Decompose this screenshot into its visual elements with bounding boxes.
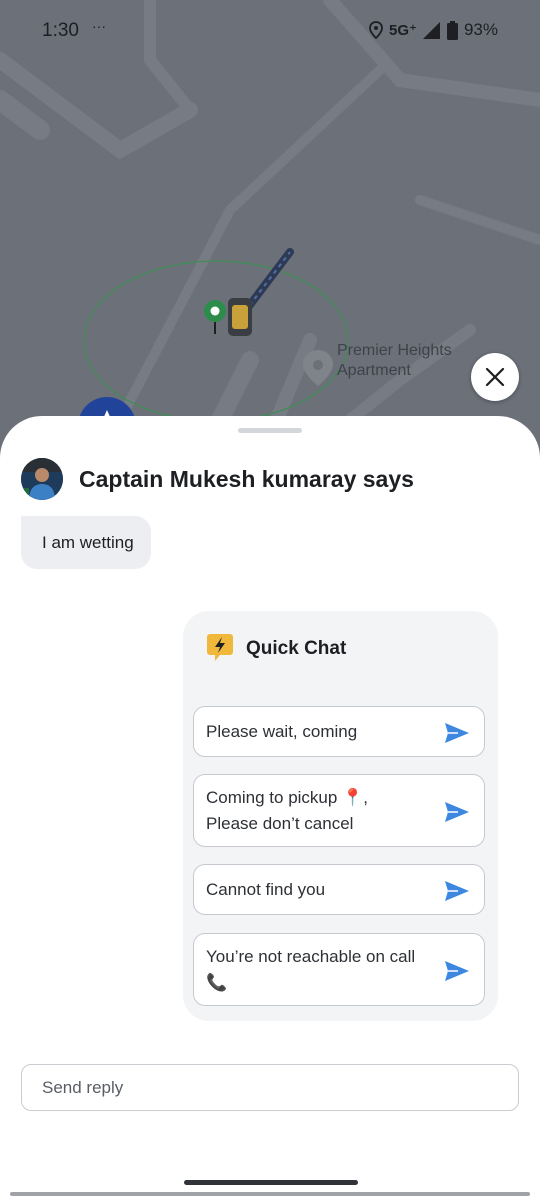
close-icon [485,367,505,387]
quick-chat-option-text: Please don’t cancel [206,814,354,833]
quick-chat-option-text: Cannot find you [206,880,326,899]
lightning-chat-icon [207,634,233,661]
network-type: 5G⁺ [389,22,417,39]
place-label-line2: Apartment [337,362,411,379]
vehicle-icon [228,298,252,336]
phone-icon: 📞 [206,973,228,992]
status-bar: 1:30 ··· 5G⁺ 93% [0,0,540,62]
bottom-edge [10,1192,530,1196]
avatar [21,458,63,500]
quick-chat-panel: Quick Chat Please wait, coming Coming to… [183,611,498,1021]
status-indicators: 5G⁺ 93% [369,20,498,40]
signal-icon [422,21,440,39]
quick-chat-option[interactable]: Cannot find you [193,864,485,915]
message-text: I am wetting [42,532,134,552]
send-icon[interactable] [444,801,470,823]
battery-icon [446,20,458,40]
quick-chat-option[interactable]: You’re not reachable on call 📞 [193,933,485,1006]
status-time: 1:30 [42,20,79,41]
send-icon[interactable] [444,960,470,982]
send-icon[interactable] [444,880,470,902]
status-notification-dots: ··· [92,18,106,34]
captain-photo [21,458,63,500]
battery-percent: 93% [463,20,498,39]
message-bubble: I am wetting [21,516,151,569]
quick-chat-option[interactable]: Coming to pickup 📍, Please don’t cancel [193,774,485,847]
place-label-line1: Premier Heights [337,342,452,359]
quick-chat-option-text: You’re not reachable on call [206,947,416,966]
quick-chat-option-text: Please wait, coming [206,722,358,741]
send-icon[interactable] [444,722,470,744]
place-label: Premier Heights Apartment [337,341,452,381]
send-reply-input[interactable] [21,1064,519,1111]
chat-bottom-sheet: Captain Mukesh kumaray says I am wetting… [0,416,540,1196]
location-icon [369,21,383,39]
close-button[interactable] [471,353,519,401]
quick-chat-title: Quick Chat [246,638,347,659]
captain-title: Captain Mukesh kumaray says [79,466,414,492]
map-view[interactable] [0,0,540,460]
quick-chat-option-text: Coming to pickup 📍, [206,788,368,807]
drag-handle[interactable] [238,428,302,433]
home-indicator[interactable] [184,1180,358,1185]
quick-chat-option[interactable]: Please wait, coming [193,706,485,757]
